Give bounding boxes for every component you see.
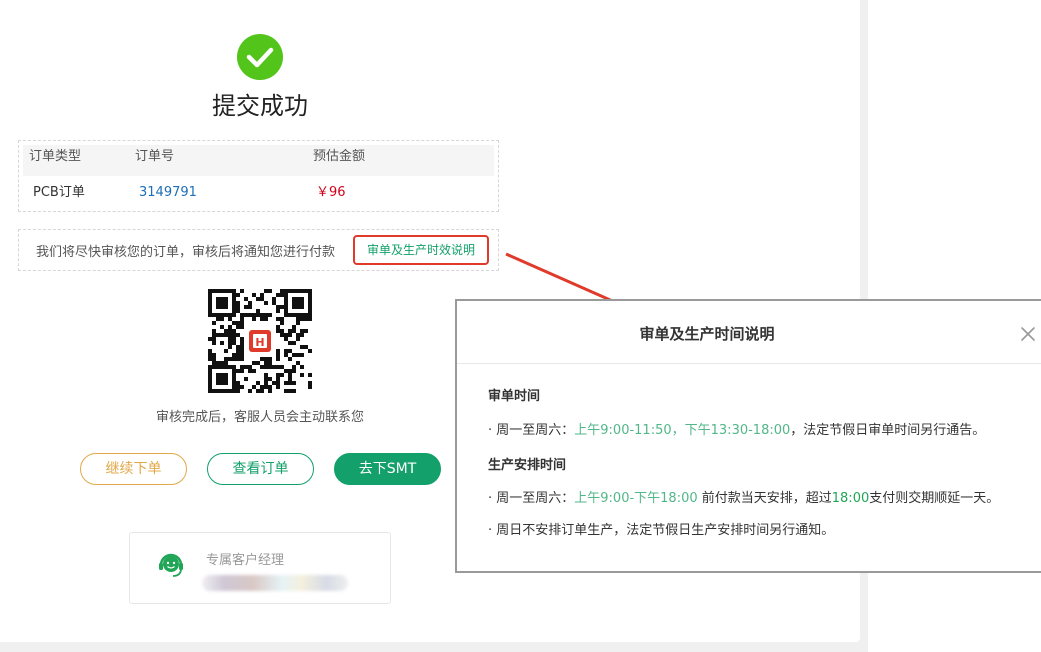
modal-divider — [457, 363, 1041, 364]
svg-text:H: H — [255, 336, 264, 349]
page-title: 提交成功 — [212, 92, 308, 120]
qr-caption: 审核完成后，客服人员会主动联系您 — [155, 410, 364, 425]
audit-morning: 上午9:00-11:50 — [574, 423, 672, 438]
header-order-type: 订单类型 — [29, 149, 82, 164]
audit-suffix: ，法定节假日审单时间另行通告。 — [790, 423, 986, 438]
go-smt-button[interactable]: 去下SMT — [334, 453, 441, 485]
qr-code: H — [208, 289, 312, 393]
production-cutoff: 18:00 — [831, 491, 870, 506]
account-manager-label: 专属客户经理 — [206, 553, 285, 568]
modal-title: 审单及生产时间说明 — [639, 325, 775, 343]
blurred-contact-info — [202, 575, 348, 591]
production-prefix: · 周一至周六： — [488, 491, 575, 506]
review-notice: 我们将尽快审核您的订单，审核后将通知您进行付款 审单及生产时效说明 — [18, 229, 499, 271]
close-icon[interactable] — [1019, 325, 1037, 343]
production-time-title: 生产安排时间 — [488, 458, 567, 473]
production-range: 上午9:00-下午18:00 — [574, 491, 698, 506]
continue-order-button[interactable]: 继续下单 — [80, 453, 187, 485]
timing-explanation-modal: 审单及生产时间说明 审单时间 · 周一至周六：上午9:00-11:50，下午13… — [455, 299, 1041, 573]
production-suffix: 支付则交期顺延一天。 — [869, 491, 1000, 506]
timing-explanation-link[interactable]: 审单及生产时效说明 — [353, 235, 489, 265]
header-estimated-amount: 预估金额 — [313, 149, 366, 164]
order-type-value: PCB订单 — [33, 185, 85, 200]
audit-comma: ， — [671, 423, 685, 438]
production-mid: 前付款当天安排，超过 — [697, 491, 832, 506]
order-number-link[interactable]: 3149791 — [139, 183, 197, 203]
audit-time-title: 审单时间 — [488, 389, 541, 404]
header-order-number: 订单号 — [135, 149, 175, 164]
success-check-icon — [237, 34, 283, 80]
order-table-header — [23, 145, 494, 176]
account-manager-card: 专属客户经理 — [129, 532, 391, 604]
audit-time-line: · 周一至周六：上午9:00-11:50，下午13:30-18:00，法定节假日… — [488, 419, 985, 438]
production-time-line: · 周一至周六：上午9:00-下午18:00 前付款当天安排，超过18:00支付… — [488, 487, 999, 506]
review-notice-text: 我们将尽快审核您的订单，审核后将通知您进行付款 — [36, 245, 336, 260]
order-amount-value: ￥96 — [316, 185, 346, 200]
audit-prefix: · 周一至周六： — [488, 423, 575, 438]
order-summary: 订单类型 订单号 预估金额 PCB订单 3149791 ￥96 — [18, 140, 499, 212]
headset-icon — [156, 549, 186, 579]
audit-afternoon: 下午13:30-18:00 — [684, 423, 791, 438]
view-order-button[interactable]: 查看订单 — [207, 453, 314, 485]
sunday-note: · 周日不安排订单生产，法定节假日生产安排时间另行通知。 — [488, 523, 835, 538]
